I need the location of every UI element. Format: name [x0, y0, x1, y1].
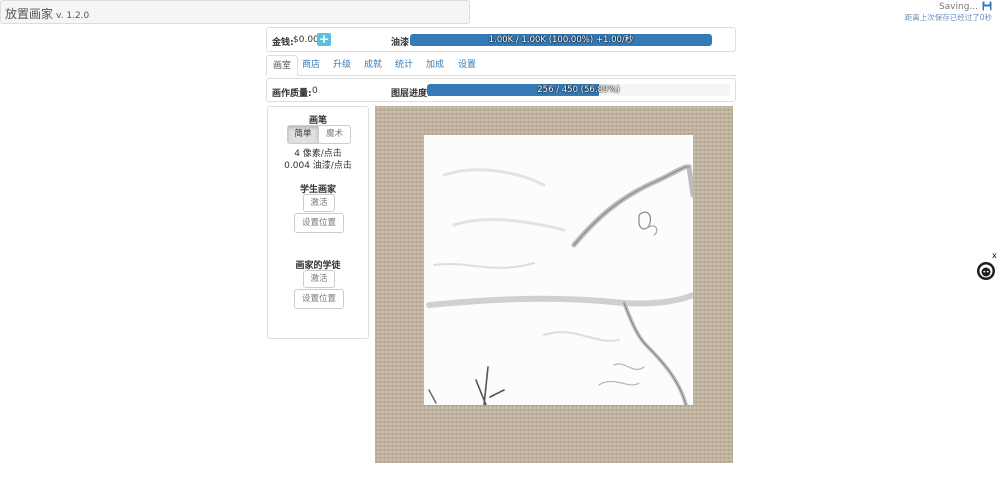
app-title: 放置画家 v. 1.2.0 — [5, 5, 89, 22]
quality-panel: 画作质量: 0 图层进度: 256 / 450 (56.89%) — [266, 78, 736, 102]
tab-4[interactable]: 统计 — [389, 55, 419, 75]
tab-6[interactable]: 设置 — [452, 55, 482, 75]
tab-2[interactable]: 升级 — [327, 55, 357, 75]
money-label: 金钱: — [272, 38, 294, 48]
student-set-position-button[interactable]: 设置位置 — [294, 213, 344, 233]
last-save-info: 距离上次保存已经过了0秒 — [904, 13, 992, 22]
student-activate-button[interactable]: 激活 — [303, 194, 335, 212]
tab-5[interactable]: 加成 — [420, 55, 450, 75]
octocat-icon[interactable] — [977, 262, 995, 280]
painting-canvas[interactable] — [375, 106, 733, 463]
main-tabs: 画室 商店 升级 成就 统计 加成 设置 — [266, 55, 736, 76]
app-header: 放置画家 v. 1.2.0 Saving... 距离上次保存已经过了0秒 — [0, 0, 992, 24]
layer-progress-text: 256 / 450 (56.89%) — [537, 85, 620, 95]
saving-status: Saving... — [938, 2, 978, 12]
tab-1[interactable]: 商店 — [296, 55, 326, 75]
money-value: $0.00 — [293, 35, 319, 45]
close-icon[interactable]: x — [992, 251, 997, 260]
painting-quality-label: 画作质量: — [272, 89, 312, 99]
painting-sketch — [424, 135, 693, 405]
oil-per-click: 0.004 油漆/点击 — [284, 161, 352, 171]
apprentice-set-position-button[interactable]: 设置位置 — [294, 289, 344, 309]
tab-3[interactable]: 成就 — [358, 55, 388, 75]
brush-mode-magic-button[interactable]: 魔术 — [318, 125, 351, 144]
apprentice-activate-button[interactable]: 激活 — [303, 270, 335, 288]
layer-progress-bar: 256 / 450 (56.89%) — [427, 84, 730, 96]
oil-progress-text: 1.00K / 1.00K (100.00%) +1.00/秒 — [488, 35, 634, 45]
brush-mode-simple-button[interactable]: 简单 — [287, 125, 319, 144]
app-version: v. 1.2.0 — [56, 11, 90, 21]
oil-progress-bar: 1.00K / 1.00K (100.00%) +1.00/秒 — [410, 34, 712, 46]
tab-0[interactable]: 画室 — [266, 55, 299, 76]
resources-panel: 金钱: $0.00 + 油漆: 1.00K / 1.00K (100.00%) … — [266, 27, 736, 52]
add-money-button[interactable]: + — [317, 33, 331, 46]
layer-progress-label: 图层进度: — [391, 89, 431, 99]
painting-quality-value: 0 — [312, 86, 318, 96]
tools-panel: 画笔 简单 魔术 4 像素/点击 0.004 油漆/点击 学生画家 激活 设置位… — [267, 106, 369, 339]
app-title-text: 放置画家 — [5, 7, 54, 21]
floppy-icon[interactable] — [982, 1, 992, 11]
